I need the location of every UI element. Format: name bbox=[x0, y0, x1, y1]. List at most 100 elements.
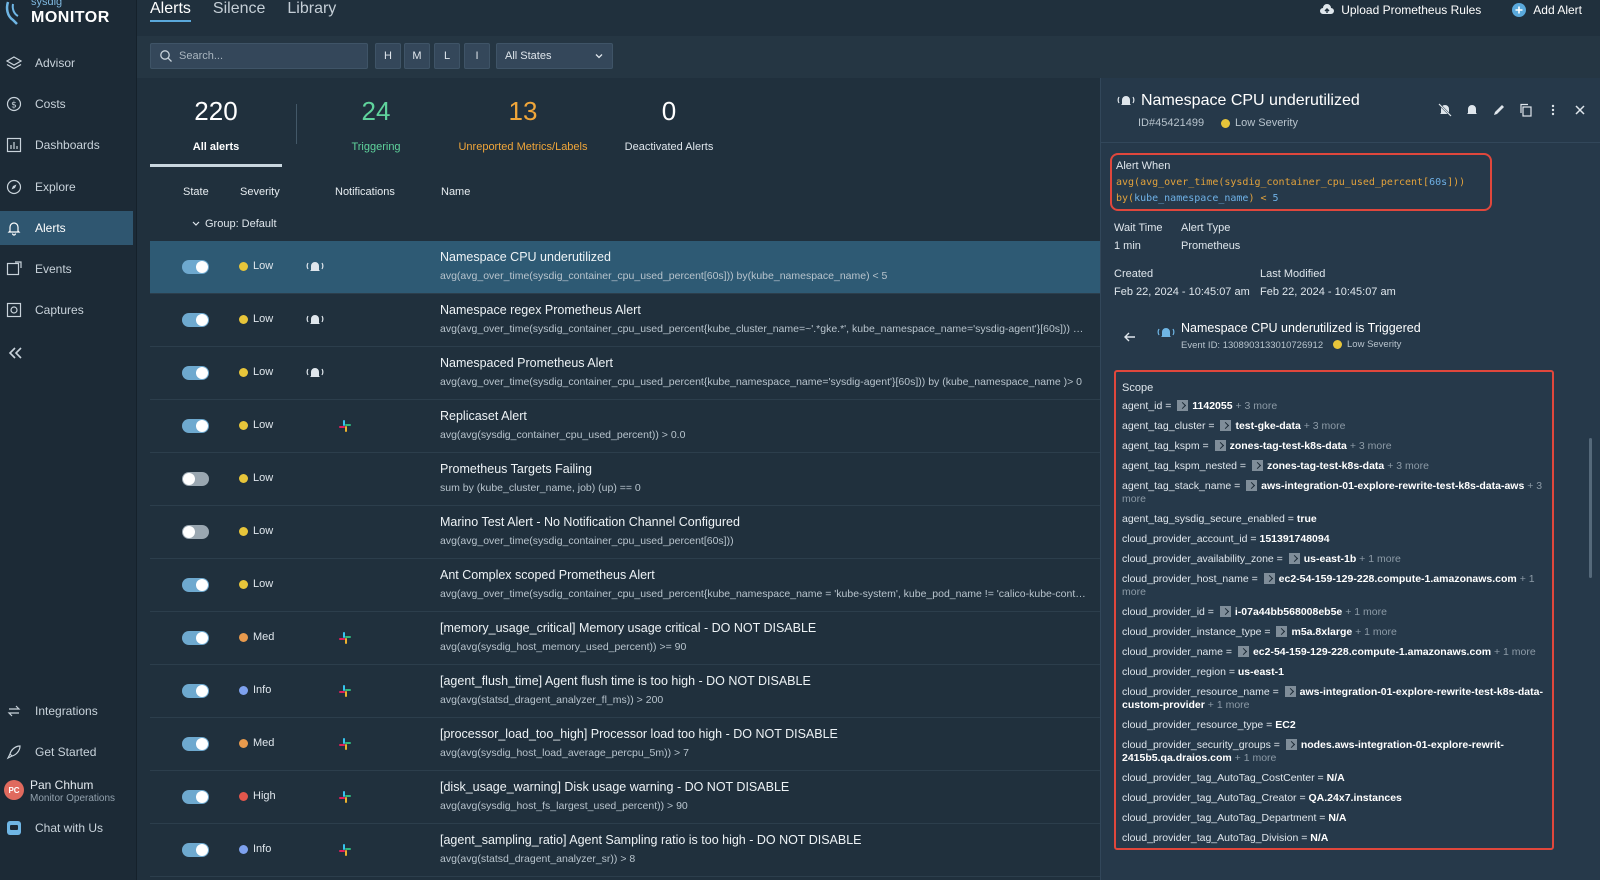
state-toggle[interactable] bbox=[182, 366, 209, 380]
table-row[interactable]: Med [memory_usage_critical] Memory usage … bbox=[150, 612, 1100, 665]
state-toggle[interactable] bbox=[182, 737, 209, 751]
scope-more-link[interactable]: + 3 more bbox=[1236, 400, 1278, 412]
scope-more-link[interactable]: + 1 more bbox=[1235, 752, 1277, 764]
stat-unreported[interactable]: 13 Unreported Metrics/Labels bbox=[450, 96, 596, 153]
sidebar-item-get-started[interactable]: Get Started bbox=[0, 735, 133, 769]
scope-more-link[interactable]: + 1 more bbox=[1494, 646, 1536, 658]
upload-prometheus-rules-button[interactable]: Upload Prometheus Rules bbox=[1319, 2, 1481, 18]
collapse-sidebar-icon[interactable] bbox=[6, 344, 24, 362]
table-row[interactable]: Low Namespace regex Prometheus Alert avg(a… bbox=[150, 294, 1100, 347]
alert-name[interactable]: [memory_usage_critical] Memory usage cri… bbox=[440, 621, 816, 635]
alert-name[interactable]: [agent_sampling_ratio] Agent Sampling ra… bbox=[440, 833, 862, 847]
alert-name[interactable]: [agent_flush_time] Agent flush time is t… bbox=[440, 674, 811, 688]
table-row[interactable]: Low Marino Test Alert - No Notification C… bbox=[150, 506, 1100, 559]
copy-icon[interactable] bbox=[1518, 102, 1534, 118]
chat-with-us-button[interactable]: Chat with Us bbox=[0, 811, 133, 845]
expand-chevron-icon[interactable] bbox=[1214, 440, 1226, 451]
column-header-notifications[interactable]: Notifications bbox=[335, 186, 395, 198]
alert-name[interactable]: Namespace CPU underutilized bbox=[440, 250, 611, 264]
expand-chevron-icon[interactable] bbox=[1251, 460, 1263, 471]
alert-name[interactable]: Ant Complex scoped Prometheus Alert bbox=[440, 568, 655, 582]
mute-bell-icon[interactable] bbox=[1437, 102, 1453, 118]
scope-more-link[interactable]: + 1 more bbox=[1355, 626, 1397, 638]
table-row[interactable]: Info [agent_sampling_ratio] Agent Samplin… bbox=[150, 824, 1100, 877]
scope-more-link[interactable]: + 3 more bbox=[1350, 440, 1392, 452]
expand-chevron-icon[interactable] bbox=[1263, 573, 1275, 584]
tab-library[interactable]: Library bbox=[287, 0, 336, 22]
column-header-state[interactable]: State bbox=[183, 186, 209, 198]
sidebar-item-captures[interactable]: Captures bbox=[0, 293, 133, 327]
alert-name[interactable]: [disk_usage_warning] Disk usage warning … bbox=[440, 780, 789, 794]
state-select[interactable]: All States bbox=[496, 43, 613, 69]
edit-pencil-icon[interactable] bbox=[1491, 102, 1507, 118]
state-toggle[interactable] bbox=[182, 472, 209, 486]
severity-filter-high[interactable]: H bbox=[375, 43, 401, 69]
column-header-severity[interactable]: Severity bbox=[240, 186, 280, 198]
sidebar-item-costs[interactable]: $ Costs bbox=[0, 87, 133, 121]
alert-name[interactable]: Namespace regex Prometheus Alert bbox=[440, 303, 641, 317]
state-toggle[interactable] bbox=[182, 525, 209, 539]
expand-chevron-icon[interactable] bbox=[1220, 420, 1232, 431]
sidebar-item-explore[interactable]: Explore bbox=[0, 170, 133, 204]
expand-chevron-icon[interactable] bbox=[1219, 606, 1231, 617]
expand-chevron-icon[interactable] bbox=[1246, 480, 1258, 491]
stat-all-alerts[interactable]: 220 All alerts bbox=[150, 96, 282, 153]
expand-chevron-icon[interactable] bbox=[1284, 686, 1296, 697]
expand-chevron-icon[interactable] bbox=[1177, 400, 1189, 411]
stat-triggering[interactable]: 24 Triggering bbox=[312, 96, 440, 153]
expand-chevron-icon[interactable] bbox=[1276, 626, 1288, 637]
expand-chevron-icon[interactable] bbox=[1237, 646, 1249, 657]
close-icon[interactable] bbox=[1572, 102, 1588, 118]
more-vertical-icon[interactable] bbox=[1545, 102, 1561, 118]
alert-name[interactable]: [processor_load_too_high] Processor load… bbox=[440, 727, 838, 741]
sidebar-item-dashboards[interactable]: Dashboards bbox=[0, 128, 133, 162]
scope-more-link[interactable]: + 1 more bbox=[1345, 606, 1387, 618]
scope-more-link[interactable]: + 1 more bbox=[1359, 553, 1401, 565]
state-toggle[interactable] bbox=[182, 843, 209, 857]
table-row[interactable]: Low Replicaset Alert avg(avg(sysdig_contai… bbox=[150, 400, 1100, 453]
notify-bell-icon[interactable] bbox=[1464, 102, 1480, 118]
alert-name[interactable]: Namespaced Prometheus Alert bbox=[440, 356, 613, 370]
alert-name[interactable]: Replicaset Alert bbox=[440, 409, 527, 423]
group-header[interactable]: Group: Default bbox=[191, 218, 277, 230]
alert-name[interactable]: Prometheus Targets Failing bbox=[440, 462, 592, 476]
sidebar-item-events[interactable]: Events bbox=[0, 252, 133, 286]
expand-chevron-icon[interactable] bbox=[1288, 553, 1300, 564]
state-toggle[interactable] bbox=[182, 631, 209, 645]
state-toggle[interactable] bbox=[182, 260, 209, 274]
table-row[interactable]: High [disk_usage_warning] Disk usage warn… bbox=[150, 771, 1100, 824]
table-row[interactable]: Info [agent_flush_time] Agent flush time … bbox=[150, 665, 1100, 718]
back-arrow-icon[interactable] bbox=[1123, 330, 1137, 344]
severity-filter-low[interactable]: L bbox=[434, 43, 460, 69]
column-header-name[interactable]: Name bbox=[441, 186, 470, 198]
table-row[interactable]: Med [processor_load_too_high] Processor l… bbox=[150, 718, 1100, 771]
expand-chevron-icon[interactable] bbox=[1285, 739, 1297, 750]
tab-silence[interactable]: Silence bbox=[213, 0, 265, 22]
scope-more-link[interactable]: + 1 more bbox=[1208, 699, 1250, 711]
sidebar-item-advisor[interactable]: Advisor bbox=[0, 46, 133, 80]
state-toggle[interactable] bbox=[182, 684, 209, 698]
search-box[interactable] bbox=[150, 43, 368, 69]
user-profile[interactable]: PC Pan Chhum Monitor Operations bbox=[0, 774, 133, 810]
state-toggle[interactable] bbox=[182, 419, 209, 433]
state-toggle[interactable] bbox=[182, 578, 209, 592]
sysdig-logo[interactable]: sysdig MONITOR bbox=[4, 0, 134, 34]
state-toggle[interactable] bbox=[182, 790, 209, 804]
scope-more-link[interactable]: + 3 more bbox=[1304, 420, 1346, 432]
table-row[interactable]: Low Namespaced Prometheus Alert avg(avg_ov… bbox=[150, 347, 1100, 400]
sidebar-item-alerts[interactable]: Alerts bbox=[0, 211, 133, 245]
detail-scrollbar[interactable] bbox=[1589, 438, 1592, 578]
tab-alerts[interactable]: Alerts bbox=[150, 0, 191, 22]
state-toggle[interactable] bbox=[182, 313, 209, 327]
table-row[interactable]: Low Ant Complex scoped Prometheus Alert av… bbox=[150, 559, 1100, 612]
table-row[interactable]: Low Namespace CPU underutilized avg(avg_ov… bbox=[150, 241, 1100, 294]
table-row[interactable]: Low Prometheus Targets Failing sum by (kub… bbox=[150, 453, 1100, 506]
severity-filter-medium[interactable]: M bbox=[404, 43, 430, 69]
sidebar-item-integrations[interactable]: Integrations bbox=[0, 694, 133, 728]
stat-deactivated[interactable]: 0 Deactivated Alerts bbox=[616, 96, 722, 153]
scope-more-link[interactable]: + 3 more bbox=[1387, 460, 1429, 472]
alert-name[interactable]: Marino Test Alert - No Notification Chan… bbox=[440, 515, 740, 529]
search-input[interactable] bbox=[179, 50, 359, 62]
add-alert-button[interactable]: Add Alert bbox=[1511, 2, 1582, 18]
severity-filter-info[interactable]: I bbox=[464, 43, 490, 69]
